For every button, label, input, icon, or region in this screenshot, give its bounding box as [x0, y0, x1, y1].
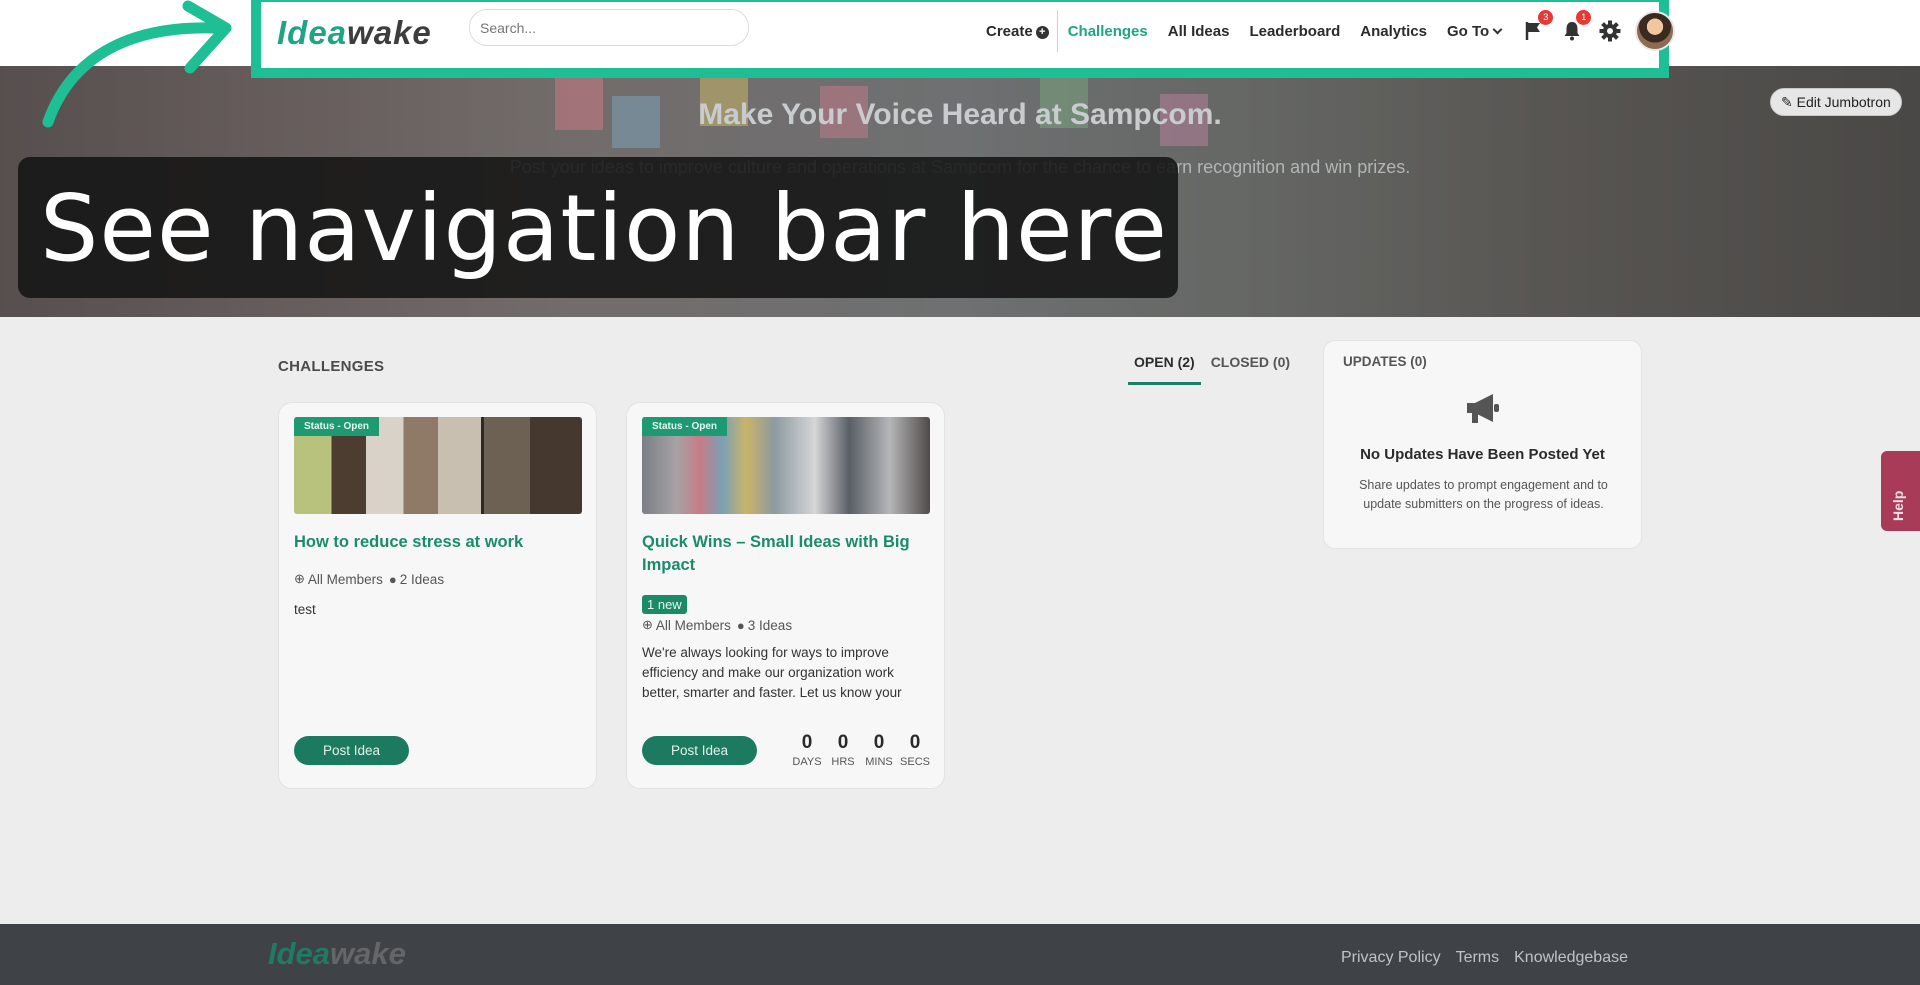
- ideas-count: 2 Ideas: [399, 571, 445, 587]
- nav-leaderboard[interactable]: Leaderboard: [1249, 23, 1340, 40]
- user-avatar[interactable]: [1635, 11, 1676, 51]
- challenge-title[interactable]: Quick Wins – Small Ideas with Big Impact: [642, 531, 932, 577]
- countdown-label: DAYS: [792, 756, 822, 768]
- status-badge: Status - Open: [294, 417, 380, 436]
- countdown-minutes: 0 MINS: [861, 732, 897, 768]
- footer-links: Privacy Policy Terms Knowledgebase: [1326, 949, 1628, 967]
- countdown-timer: 0 DAYS 0 HRS 0 MINS 0 SECS: [789, 732, 933, 768]
- countdown-value: 0: [909, 732, 921, 753]
- search-input[interactable]: [469, 9, 749, 46]
- bell-badge: 1: [1576, 10, 1592, 25]
- countdown-label: HRS: [831, 756, 855, 768]
- countdown-value: 0: [801, 732, 813, 753]
- nav-analytics[interactable]: Analytics: [1360, 23, 1427, 40]
- challenge-image: Status - Open: [642, 417, 930, 514]
- challenge-meta: ⊕ All Members ● 2 Ideas: [294, 571, 444, 587]
- footer-link-privacy-policy[interactable]: Privacy Policy: [1341, 949, 1441, 967]
- countdown-label: SECS: [900, 756, 930, 768]
- logo-text-idea: Idea: [277, 14, 348, 51]
- annotation-caption: See navigation bar here: [40, 175, 1168, 282]
- challenge-tabs: OPEN (2) CLOSED (0): [1128, 354, 1300, 385]
- challenge-card[interactable]: Status - Open Quick Wins – Small Ideas w…: [626, 402, 945, 789]
- footer: Ideawake Privacy Policy Terms Knowledgeb…: [0, 924, 1920, 985]
- challenge-image: Status - Open: [294, 417, 582, 514]
- globe-icon: ⊕: [642, 617, 653, 632]
- ideawake-logo[interactable]: Ideawake: [277, 14, 432, 52]
- nav-challenges[interactable]: Challenges: [1068, 23, 1148, 40]
- countdown-days: 0 DAYS: [789, 732, 825, 768]
- footer-link-knowledgebase[interactable]: Knowledgebase: [1514, 949, 1628, 967]
- audience-label: All Members: [655, 617, 731, 633]
- help-label: Help: [1890, 490, 1906, 521]
- new-badge: 1 new: [642, 595, 687, 614]
- settings-button[interactable]: [1597, 18, 1623, 44]
- nav-go-to[interactable]: Go To: [1447, 22, 1503, 40]
- challenge-meta: ⊕ All Members ● 3 Ideas: [642, 617, 792, 633]
- countdown-label: MINS: [865, 756, 893, 768]
- flag-badge: 3: [1538, 10, 1554, 25]
- footer-logo[interactable]: Ideawake: [268, 936, 406, 972]
- updates-empty-heading: No Updates Have Been Posted Yet: [1360, 446, 1605, 463]
- footer-link-terms[interactable]: Terms: [1456, 949, 1500, 967]
- flag-button[interactable]: 3: [1521, 10, 1554, 44]
- updates-title: UPDATES (0): [1343, 354, 1427, 369]
- footer-logo-wake: wake: [330, 936, 406, 971]
- footer-logo-idea: Idea: [268, 936, 331, 971]
- create-label: Create: [986, 22, 1033, 40]
- post-idea-button[interactable]: Post Idea: [642, 736, 757, 765]
- megaphone-icon: [1467, 394, 1499, 423]
- challenge-description: test: [294, 602, 316, 617]
- updates-empty-text: Share updates to prompt engagement and t…: [1359, 478, 1608, 511]
- tab-open[interactable]: OPEN (2): [1128, 354, 1201, 385]
- go-to-label: Go To: [1447, 22, 1490, 40]
- tab-closed[interactable]: CLOSED (0): [1205, 354, 1296, 385]
- nav-all-ideas[interactable]: All Ideas: [1168, 23, 1230, 40]
- notifications-button[interactable]: 1: [1559, 10, 1592, 44]
- challenge-title[interactable]: How to reduce stress at work: [294, 531, 584, 554]
- edit-jumbotron-label: Edit Jumbotron: [1796, 94, 1891, 110]
- nav-links: Create + Challenges All Ideas Leaderboard…: [986, 2, 1676, 60]
- pointer-arrow-icon: [42, 0, 232, 128]
- chevron-down-icon: [1492, 24, 1503, 34]
- navigation-bar-highlight: Ideawake Create+ Challenges All Ideas Le…: [251, 0, 1676, 78]
- challenge-card[interactable]: Status - Open How to reduce stress at wo…: [278, 402, 597, 789]
- logo-text-wake: wake: [347, 14, 432, 51]
- challenges-heading: CHALLENGES: [278, 358, 385, 375]
- countdown-value: 0: [837, 732, 849, 753]
- flag-icon: [1525, 22, 1541, 40]
- countdown-hours: 0 HRS: [825, 732, 861, 768]
- lightbulb-icon: ●: [388, 571, 397, 587]
- plus-circle-icon: +: [1035, 25, 1049, 39]
- status-badge: Status - Open: [642, 417, 728, 436]
- edit-jumbotron-button[interactable]: ✎ Edit Jumbotron: [1770, 88, 1902, 116]
- countdown-value: 0: [873, 732, 885, 753]
- nav-divider: [1056, 10, 1058, 52]
- navigation-bar: Ideawake Create+ Challenges All Ideas Le…: [261, 2, 1676, 68]
- gear-icon: [1599, 20, 1621, 42]
- challenge-description: We're always looking for ways to improve…: [642, 645, 902, 700]
- bell-icon: [1564, 22, 1580, 41]
- post-idea-button[interactable]: Post Idea: [294, 736, 409, 765]
- hero-title: Make Your Voice Heard at Sampcom.: [698, 98, 1222, 131]
- updates-panel: UPDATES (0) No Updates Have Been Posted …: [1323, 340, 1642, 549]
- create-menu[interactable]: Create +: [986, 23, 1049, 40]
- annotation-caption-box: See navigation bar here: [18, 157, 1178, 298]
- lightbulb-icon: ●: [736, 617, 745, 633]
- ideas-count: 3 Ideas: [747, 617, 793, 633]
- countdown-seconds: 0 SECS: [897, 732, 933, 768]
- audience-label: All Members: [307, 571, 383, 587]
- help-tab[interactable]: Help: [1881, 451, 1920, 531]
- globe-icon: ⊕: [294, 571, 305, 586]
- edit-icon: ✎: [1781, 94, 1793, 110]
